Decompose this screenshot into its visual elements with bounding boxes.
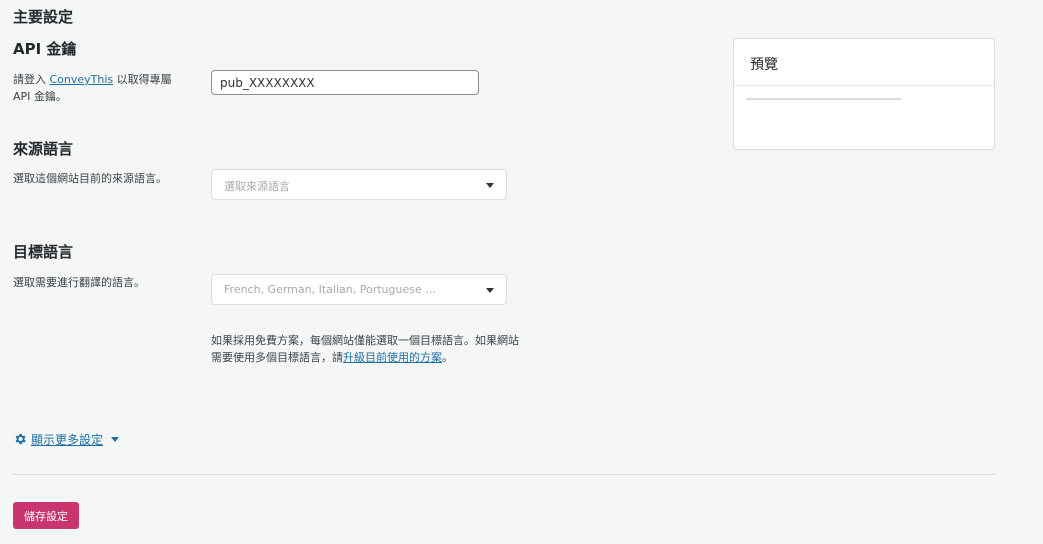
preview-title: 預覽: [750, 57, 778, 73]
divider: [13, 474, 995, 475]
api-key-input[interactable]: [211, 70, 479, 95]
target-language-description: 選取需要進行翻譯的語言。: [13, 276, 145, 289]
dropdown-caret-icon: [486, 288, 494, 293]
conveythis-link[interactable]: ConveyThis: [50, 73, 114, 86]
source-language-select[interactable]: 選取來源語言: [211, 169, 507, 200]
settings-page: 主要設定 API 金鑰 請登入 ConveyThis 以取得專屬API 金鑰。 …: [0, 0, 1043, 544]
target-language-select[interactable]: French, German, Italian, Portuguese ...: [211, 274, 507, 305]
preview-panel: 預覽: [733, 38, 995, 150]
api-key-description: 請登入 ConveyThis 以取得專屬API 金鑰。: [13, 71, 178, 105]
free-plan-note: 如果採用免費方案，每個網站僅能選取一個目標語言。如果網站需要使用多個目標語言，請…: [211, 332, 521, 366]
chevron-down-icon: [111, 437, 120, 442]
target-language-placeholder: French, German, Italian, Portuguese ...: [224, 283, 436, 296]
preview-placeholder-line: [746, 98, 901, 100]
api-key-desc-text: 請登入: [13, 73, 50, 86]
show-more-settings-toggle[interactable]: 顯示更多設定: [13, 431, 120, 448]
save-settings-button[interactable]: 儲存設定: [13, 502, 79, 529]
preview-divider: [734, 85, 994, 86]
upgrade-plan-link[interactable]: 升級目前使用的方案: [343, 351, 442, 364]
dropdown-caret-icon: [486, 183, 494, 188]
page-title: 主要設定: [13, 8, 74, 26]
source-language-placeholder: 選取來源語言: [224, 180, 290, 193]
gear-icon: [15, 433, 26, 445]
note-text-end: 。: [442, 351, 453, 364]
api-key-title: API 金鑰: [13, 40, 77, 58]
target-language-title: 目標語言: [13, 243, 74, 261]
source-language-description: 選取這個網站目前的來源語言。: [13, 172, 167, 185]
show-more-settings-label: 顯示更多設定: [31, 433, 104, 447]
source-language-title: 來源語言: [13, 140, 74, 158]
